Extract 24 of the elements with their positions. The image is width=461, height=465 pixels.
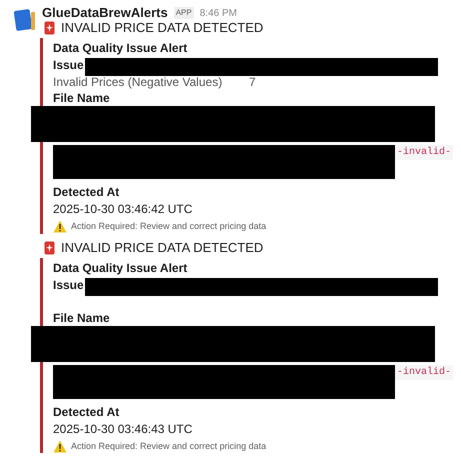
avatar-icon [12, 8, 38, 32]
field-label: File Name [53, 310, 111, 326]
field-value: 2025-10-30 03:46:43 UTC [53, 420, 194, 438]
field-label: Detected At [53, 184, 120, 200]
alert-heading: Data Quality Issue Alert [53, 40, 188, 56]
app-badge: APP [174, 7, 194, 19]
alert-title: INVALID PRICE DATA DETECTED [61, 238, 264, 257]
field-label: Issue [53, 57, 84, 74]
field-value: 2025-10-30 03:46:42 UTC [53, 201, 194, 218]
warning-icon [53, 440, 67, 453]
warning-icon [53, 220, 67, 234]
footer-note: Action Required: Review and correct pricing data [71, 220, 266, 233]
code-snippet: -invalid- [395, 364, 454, 380]
message-time: 8:46 PM [200, 6, 237, 20]
field-value: 7 [249, 74, 256, 91]
footer-note: Action Required: Review and correct pricing data [71, 440, 266, 453]
field-label: File Name [53, 90, 111, 106]
alarm-icon [44, 240, 55, 254]
field-label: Issue [53, 276, 84, 294]
alert-heading: Data Quality Issue Alert [53, 260, 188, 276]
code-snippet: -invalid- [395, 145, 454, 160]
field-value: Invalid Prices (Negative Values) [53, 74, 224, 91]
alarm-icon [44, 21, 55, 35]
field-label: Detected At [53, 404, 120, 420]
